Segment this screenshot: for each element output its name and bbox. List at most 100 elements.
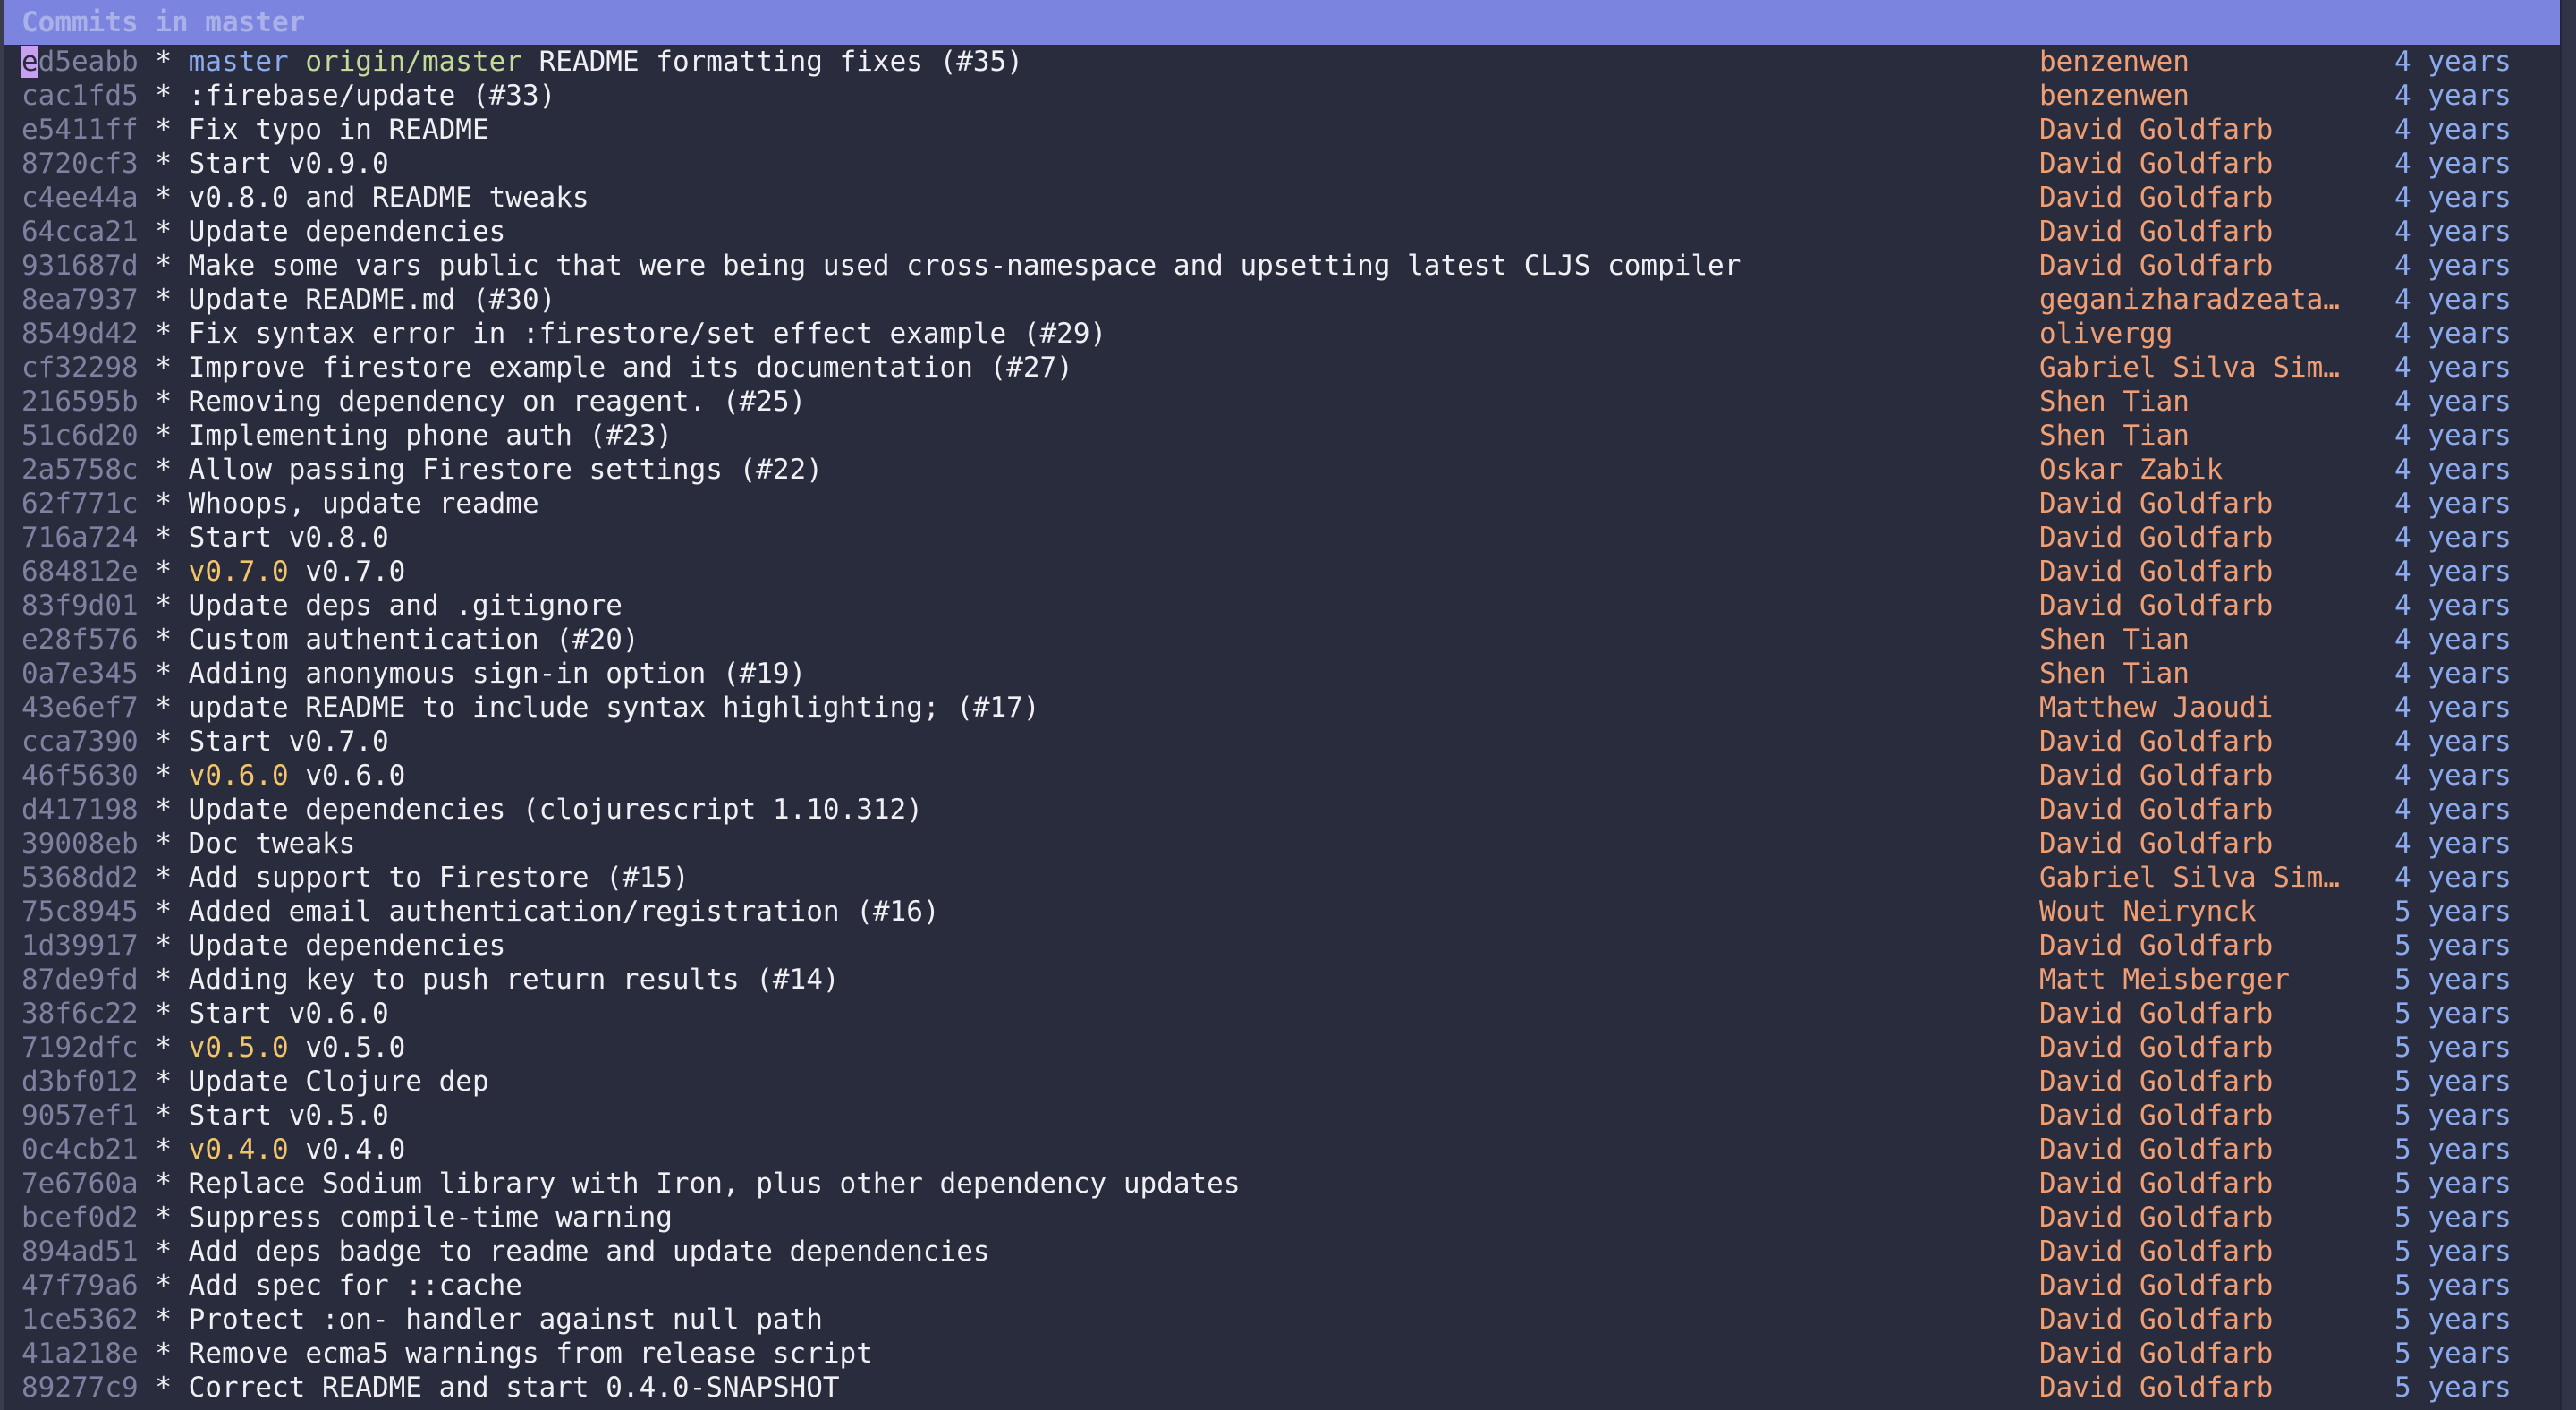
commit-refs: master origin/master xyxy=(189,46,539,78)
commit-row[interactable]: 89277c9 * Correct README and start 0.4.0… xyxy=(4,1371,2562,1405)
commit-author: David Goldfarb xyxy=(2039,250,2274,282)
commit-row[interactable]: 684812e * v0.7.0 v0.7.0 David Goldfarb 4… xyxy=(4,555,2562,589)
commit-row[interactable]: 41a218e * Remove ecma5 warnings from rel… xyxy=(4,1337,2562,1371)
commit-hash: 9057ef1 xyxy=(21,1100,139,1132)
graph-node-icon: * xyxy=(155,1100,172,1132)
commit-row[interactable]: 43e6ef7 * update README to include synta… xyxy=(4,691,2562,725)
commit-row[interactable]: 62f771c * Whoops, update readme David Go… xyxy=(4,487,2562,521)
graph-node-icon: * xyxy=(155,964,172,996)
commit-date: 4 years xyxy=(2394,182,2512,214)
commit-line: 1ce5362 * Protect :on- handler against n… xyxy=(21,1303,823,1337)
graph-node-icon: * xyxy=(155,284,172,316)
commit-line: d3bf012 * Update Clojure dep xyxy=(21,1065,489,1099)
commit-row[interactable]: cca7390 * Start v0.7.0 David Goldfarb 4 … xyxy=(4,725,2562,759)
commit-row[interactable]: 716a724 * Start v0.8.0 David Goldfarb 4 … xyxy=(4,521,2562,555)
commit-hash: 0a7e345 xyxy=(21,658,139,690)
graph-node-icon: * xyxy=(155,216,172,248)
commit-row[interactable]: 1ce5362 * Protect :on- handler against n… xyxy=(4,1303,2562,1337)
commit-row[interactable]: d3bf012 * Update Clojure dep David Goldf… xyxy=(4,1065,2562,1099)
commit-author: David Goldfarb xyxy=(2039,590,2274,622)
commit-line: 47f79a6 * Add spec for ::cache xyxy=(21,1269,522,1303)
commit-author: Gabriel Silva Sim… xyxy=(2039,352,2340,384)
commit-row[interactable]: 216595b * Removing dependency on reagent… xyxy=(4,385,2562,419)
commit-row[interactable]: cac1fd5 * :firebase/update (#33) benzenw… xyxy=(4,79,2562,113)
commit-author: David Goldfarb xyxy=(2039,1270,2274,1302)
commit-row[interactable]: 8ea7937 * Update README.md (#30) geganiz… xyxy=(4,283,2562,317)
commit-line: ed5eabb * master origin/master README fo… xyxy=(21,45,1023,79)
commit-author: David Goldfarb xyxy=(2039,1338,2274,1370)
commit-row[interactable]: 47f79a6 * Add spec for ::cache David Gol… xyxy=(4,1269,2562,1303)
commit-row[interactable]: 9057ef1 * Start v0.5.0 David Goldfarb 5 … xyxy=(4,1099,2562,1133)
graph-node-icon: * xyxy=(155,1032,172,1064)
commit-row[interactable]: 931687d * Make some vars public that wer… xyxy=(4,249,2562,283)
commit-row[interactable]: 83f9d01 * Update deps and .gitignore Dav… xyxy=(4,589,2562,623)
commit-message: Update Clojure dep xyxy=(188,1066,489,1098)
commit-author: David Goldfarb xyxy=(2039,794,2274,826)
commit-row[interactable]: bcef0d2 * Suppress compile-time warning … xyxy=(4,1201,2562,1235)
commit-hash: 87de9fd xyxy=(21,964,139,996)
commit-message: Correct README and start 0.4.0-SNAPSHOT xyxy=(188,1372,840,1404)
commit-date: 5 years xyxy=(2394,1304,2512,1336)
commit-row[interactable]: 0a7e345 * Adding anonymous sign-in optio… xyxy=(4,657,2562,691)
commit-date: 5 years xyxy=(2394,964,2512,996)
commit-line: 83f9d01 * Update deps and .gitignore xyxy=(21,589,623,623)
commit-row[interactable]: 2a5758c * Allow passing Firestore settin… xyxy=(4,453,2562,487)
commit-row[interactable]: 7e6760a * Replace Sodium library with Ir… xyxy=(4,1167,2562,1201)
graph-node-icon: * xyxy=(155,556,172,588)
commit-row[interactable]: 75c8945 * Added email authentication/reg… xyxy=(4,895,2562,929)
commit-author: David Goldfarb xyxy=(2039,1134,2274,1166)
commit-hash: 1ce5362 xyxy=(21,1304,139,1336)
graph-node-icon: * xyxy=(155,1304,172,1336)
commit-hash: 43e6ef7 xyxy=(21,692,139,724)
graph-node-icon: * xyxy=(155,1168,172,1200)
commit-date: 5 years xyxy=(2394,896,2512,928)
commit-row[interactable]: 64cca21 * Update dependencies David Gold… xyxy=(4,215,2562,249)
scrollbar[interactable] xyxy=(2560,0,2576,1410)
commit-message: Fix syntax error in :firestore/set effec… xyxy=(188,318,1107,350)
commit-row[interactable]: e28f576 * Custom authentication (#20) Sh… xyxy=(4,623,2562,657)
commit-message: Start v0.8.0 xyxy=(188,522,389,554)
commit-row[interactable]: 39008eb * Doc tweaks David Goldfarb 4 ye… xyxy=(4,827,2562,861)
commits-panel: Commits in master ed5eabb * master origi… xyxy=(0,0,2562,1410)
commit-row[interactable]: 8720cf3 * Start v0.9.0 David Goldfarb 4 … xyxy=(4,147,2562,181)
commit-row[interactable]: c4ee44a * v0.8.0 and README tweaks David… xyxy=(4,181,2562,215)
commit-author: David Goldfarb xyxy=(2039,556,2274,588)
commit-hash: 894ad51 xyxy=(21,1236,139,1268)
commit-author: David Goldfarb xyxy=(2039,930,2274,962)
commit-author: David Goldfarb xyxy=(2039,114,2274,146)
commit-row[interactable]: d417198 * Update dependencies (clojuresc… xyxy=(4,793,2562,827)
commit-line: 684812e * v0.7.0 v0.7.0 xyxy=(21,555,405,589)
commit-row[interactable]: 1d39917 * Update dependencies David Gold… xyxy=(4,929,2562,963)
commit-date: 4 years xyxy=(2394,216,2512,248)
tag-label: v0.6.0 xyxy=(188,760,289,792)
graph-node-icon: * xyxy=(155,624,172,656)
graph-node-icon: * xyxy=(155,590,172,622)
commit-author: David Goldfarb xyxy=(2039,828,2274,860)
commit-row[interactable]: e5411ff * Fix typo in README David Goldf… xyxy=(4,113,2562,147)
commit-row[interactable]: 5368dd2 * Add support to Firestore (#15)… xyxy=(4,861,2562,895)
commit-row[interactable]: 894ad51 * Add deps badge to readme and u… xyxy=(4,1235,2562,1269)
commit-row-selected[interactable]: ed5eabb * master origin/master README fo… xyxy=(4,45,2562,79)
commit-date: 4 years xyxy=(2394,726,2512,758)
commit-row[interactable]: 8549d42 * Fix syntax error in :firestore… xyxy=(4,317,2562,351)
commit-date: 5 years xyxy=(2394,1338,2512,1370)
commit-row[interactable]: 51c6d20 * Implementing phone auth (#23) … xyxy=(4,419,2562,453)
commit-date: 5 years xyxy=(2394,930,2512,962)
commit-row[interactable]: 38f6c22 * Start v0.6.0 David Goldfarb 5 … xyxy=(4,997,2562,1031)
commit-row[interactable]: cf32298 * Improve firestore example and … xyxy=(4,351,2562,385)
commit-hash: e28f576 xyxy=(21,624,139,656)
commit-row[interactable]: 87de9fd * Adding key to push return resu… xyxy=(4,963,2562,997)
commit-line: 931687d * Make some vars public that wer… xyxy=(21,249,1741,283)
commit-list[interactable]: ed5eabb * master origin/master README fo… xyxy=(4,45,2562,1405)
commit-message: Allow passing Firestore settings (#22) xyxy=(188,454,823,486)
commit-date: 4 years xyxy=(2394,624,2512,656)
commit-date: 4 years xyxy=(2394,80,2512,112)
graph-node-icon: * xyxy=(155,1236,172,1268)
graph-node-icon: * xyxy=(155,454,172,486)
commit-row[interactable]: 7192dfc * v0.5.0 v0.5.0 David Goldfarb 5… xyxy=(4,1031,2562,1065)
commit-message: README formatting fixes (#35) xyxy=(538,46,1023,78)
commit-date: 4 years xyxy=(2394,454,2512,486)
commit-date: 4 years xyxy=(2394,250,2512,282)
commit-row[interactable]: 46f5630 * v0.6.0 v0.6.0 David Goldfarb 4… xyxy=(4,759,2562,793)
commit-row[interactable]: 0c4cb21 * v0.4.0 v0.4.0 David Goldfarb 5… xyxy=(4,1133,2562,1167)
